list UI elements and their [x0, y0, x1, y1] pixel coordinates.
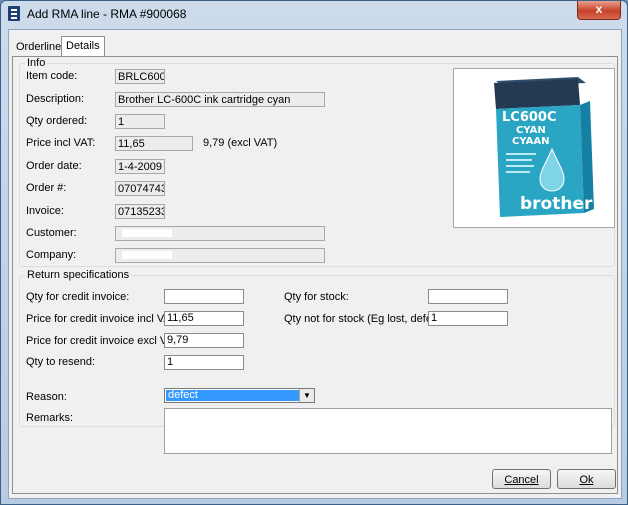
- box-text-line-2: [506, 159, 532, 161]
- ok-button[interactable]: Ok: [557, 469, 616, 489]
- reason-label: Reason:: [26, 391, 67, 403]
- company-field: [115, 248, 325, 263]
- price-incl-label: Price incl VAT:: [26, 137, 96, 149]
- qty-stock-label: Qty for stock:: [284, 291, 349, 303]
- customer-label: Customer:: [26, 227, 77, 239]
- price-excl-text: 9,79 (excl VAT): [203, 137, 278, 149]
- box-text-line-3: [506, 165, 534, 167]
- remarks-textarea[interactable]: [164, 408, 612, 454]
- box-text-line-4: [506, 171, 530, 173]
- qty-credit-label: Qty for credit invoice:: [26, 291, 130, 303]
- order-number-label: Order #:: [26, 182, 67, 194]
- return-specifications-group: Return specifications Qty for credit inv…: [19, 269, 615, 427]
- rma-line-window: Add RMA line - RMA #900068 x Orderlines …: [0, 0, 628, 505]
- title-bar[interactable]: Add RMA line - RMA #900068 x: [1, 1, 627, 27]
- price-credit-incl-label: Price for credit invoice incl VAT:: [26, 313, 179, 325]
- item-code-label: Item code:: [26, 70, 78, 82]
- qty-stock-input[interactable]: [428, 289, 508, 304]
- qty-not-stock-input[interactable]: 1: [428, 311, 508, 326]
- details-panel: Info Item code: BRLC600C Description: Br…: [12, 56, 618, 494]
- info-group: Info Item code: BRLC600C Description: Br…: [19, 57, 615, 267]
- box-model-text: LC600C: [502, 110, 557, 125]
- reason-selected-value: defect: [166, 390, 301, 401]
- window-title: Add RMA line - RMA #900068: [27, 7, 187, 21]
- item-code-field: BRLC600C: [115, 69, 165, 84]
- chevron-down-icon[interactable]: ▼: [299, 389, 314, 402]
- qty-resend-input[interactable]: 1: [164, 355, 244, 370]
- invoice-label: Invoice:: [26, 205, 64, 217]
- qty-ordered-label: Qty ordered:: [26, 115, 88, 127]
- price-credit-excl-input[interactable]: 9,79: [164, 333, 244, 348]
- qty-credit-input[interactable]: [164, 289, 244, 304]
- description-field: Brother LC-600C ink cartridge cyan: [115, 92, 325, 107]
- order-date-label: Order date:: [26, 160, 82, 172]
- return-spec-legend: Return specifications: [25, 269, 132, 282]
- qty-resend-label: Qty to resend:: [26, 356, 96, 368]
- invoice-field: 07135233: [115, 204, 165, 219]
- price-credit-incl-input[interactable]: 11,65: [164, 311, 244, 326]
- price-incl-field: 11,65: [115, 136, 193, 151]
- ok-button-label: Ok: [579, 474, 594, 486]
- product-image: LC600C CYAN CYAAN brother: [453, 68, 615, 228]
- company-label: Company:: [26, 249, 77, 261]
- tab-details[interactable]: Details: [61, 36, 105, 57]
- box-cyan-text: CYAN: [516, 125, 546, 136]
- customer-redaction: [122, 229, 172, 237]
- order-number-field: 07074743: [115, 181, 165, 196]
- description-label: Description:: [26, 93, 85, 105]
- box-brand-logo: brother: [520, 194, 593, 214]
- box-top-band: [494, 79, 580, 109]
- box-text-line-1: [506, 153, 536, 155]
- close-button[interactable]: x: [577, 1, 621, 20]
- customer-field: [115, 226, 325, 241]
- price-credit-excl-label: Price for credit invoice excl VAT:: [26, 335, 182, 347]
- app-icon: [8, 6, 20, 21]
- qty-ordered-field: 1: [115, 114, 165, 129]
- company-redaction: [122, 251, 172, 259]
- reason-dropdown[interactable]: defect ▼: [164, 388, 315, 403]
- cancel-button[interactable]: Cancel: [492, 469, 551, 489]
- client-area: Orderlines Details Info Item code: BRLC6…: [8, 29, 622, 499]
- box-cyaan-text: CYAAN: [512, 136, 549, 147]
- ink-cartridge-box-image: LC600C CYAN CYAAN brother: [494, 77, 594, 217]
- order-date-field: 1-4-2009: [115, 159, 165, 174]
- qty-not-stock-label: Qty not for stock (Eg lost, defect):: [284, 313, 448, 325]
- remarks-label: Remarks:: [26, 412, 74, 424]
- cancel-button-label: Cancel: [504, 474, 539, 486]
- info-legend: Info: [25, 57, 48, 70]
